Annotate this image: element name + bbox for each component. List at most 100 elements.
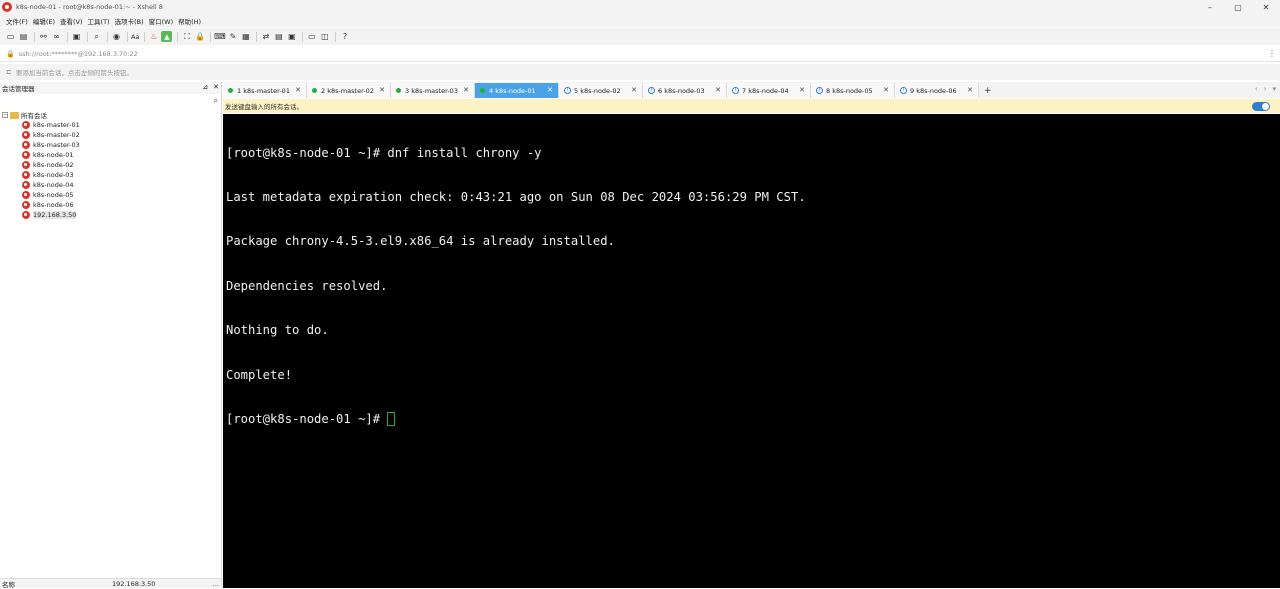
- address-bar[interactable]: 🔒 ssh://root:********@192.168.3.70:22 ⋮: [0, 46, 1280, 62]
- menu-help[interactable]: 帮助(H): [178, 16, 201, 26]
- keyboard-icon[interactable]: ⌨: [214, 31, 226, 42]
- hint-bar: ⊏ 要添加当前会话，点击左侧的箭头按钮。: [0, 64, 1280, 80]
- session-manager-header: 会话管理器 ⊿ ✕: [0, 82, 221, 94]
- disconnect-icon[interactable]: ∞: [51, 31, 62, 42]
- script-icon[interactable]: ▲: [161, 31, 173, 42]
- menu-view[interactable]: 查看(V): [60, 16, 83, 26]
- fullscreen-icon[interactable]: ⛶: [181, 31, 192, 42]
- session-tree: − 所有会话 k8s-master-01 k8s-master-02 k8s-m…: [0, 108, 221, 220]
- session-tab-active[interactable]: 4 k8s-node-01 ✕: [475, 83, 559, 98]
- session-tab[interactable]: i8 k8s-node-05 ✕: [811, 83, 895, 98]
- session-label: 192.168.3.50: [33, 211, 77, 219]
- session-label: k8s-node-03: [33, 171, 74, 179]
- session-tab[interactable]: i5 k8s-node-02 ✕: [559, 83, 643, 98]
- session-manager: 会话管理器 ⊿ ✕ ⌕ − 所有会话 k8s-master-01 k8s-mas…: [0, 82, 222, 589]
- tree-root[interactable]: − 所有会话: [0, 110, 221, 120]
- session-item[interactable]: k8s-node-05: [0, 190, 221, 200]
- search-icon[interactable]: ⌕: [214, 96, 218, 106]
- open-folder-icon[interactable]: ▤: [18, 31, 29, 42]
- session-item[interactable]: k8s-node-01: [0, 150, 221, 160]
- font-button[interactable]: Aa: [131, 33, 139, 41]
- menu-tools[interactable]: 工具(T): [88, 16, 110, 26]
- xftp-icon[interactable]: ♨: [148, 31, 159, 42]
- terminal[interactable]: [root@k8s-node-01 ~]# dnf install chrony…: [223, 114, 1280, 588]
- session-item[interactable]: k8s-master-02: [0, 130, 221, 140]
- menu-tabs[interactable]: 选项卡(B): [115, 16, 144, 26]
- connect-icon[interactable]: ⚯: [38, 31, 49, 42]
- tab-close-icon[interactable]: ✕: [883, 86, 889, 94]
- collapse-icon[interactable]: −: [2, 112, 8, 118]
- tab-close-icon[interactable]: ✕: [799, 86, 805, 94]
- new-tab-icon[interactable]: ▣: [71, 31, 82, 42]
- session-tab[interactable]: 2 k8s-master-02 ✕: [307, 83, 391, 98]
- property-name-label: 名称: [2, 580, 15, 589]
- more-vertical-icon[interactable]: ⋮: [1268, 49, 1276, 58]
- pin-icon[interactable]: ⊿: [202, 83, 208, 91]
- toolbar-divider: [67, 31, 68, 42]
- broadcast-toggle[interactable]: [1252, 102, 1270, 111]
- tab-list-icon[interactable]: ▾: [1272, 85, 1276, 93]
- session-icon: [22, 151, 30, 159]
- compose-icon[interactable]: ✎: [227, 31, 238, 42]
- terminal-cursor: [387, 411, 396, 426]
- close-button[interactable]: ✕: [1252, 0, 1280, 14]
- tab-label: 2 k8s-master-02: [321, 86, 374, 95]
- maximize-button[interactable]: ▢: [1224, 0, 1252, 14]
- session-item[interactable]: k8s-master-03: [0, 140, 221, 150]
- session-tab-bar: 1 k8s-master-01 ✕ 2 k8s-master-02 ✕ 3 k8s-…: [223, 82, 1280, 98]
- terminal-line: Nothing to do.: [226, 323, 329, 338]
- session-item[interactable]: k8s-node-02: [0, 160, 221, 170]
- session-tab[interactable]: 3 k8s-master-03 ✕: [391, 83, 475, 98]
- log-icon[interactable]: ▤: [273, 31, 284, 42]
- session-item[interactable]: k8s-node-03: [0, 170, 221, 180]
- menu-window[interactable]: 窗口(W): [149, 16, 174, 26]
- tab-close-icon[interactable]: ✕: [463, 86, 469, 94]
- toolbar-divider: [335, 31, 337, 42]
- session-tab[interactable]: 1 k8s-master-01 ✕: [223, 83, 307, 98]
- session-item-selected[interactable]: 192.168.3.50: [0, 210, 221, 220]
- search-icon[interactable]: ⌕: [91, 31, 102, 42]
- session-item[interactable]: k8s-node-04: [0, 180, 221, 190]
- session-tab[interactable]: i9 k8s-node-06 ✕: [895, 83, 979, 98]
- globe-icon[interactable]: ◉: [111, 31, 122, 42]
- session-properties: 名称 192.168.3.50 ...: [0, 578, 221, 589]
- tab-close-icon[interactable]: ✕: [631, 86, 637, 94]
- tab-prev-icon[interactable]: ‹: [1255, 85, 1258, 93]
- chat-icon[interactable]: ▣: [286, 31, 297, 42]
- address-value[interactable]: ssh://root:********@192.168.3.70:22: [19, 50, 138, 58]
- minimize-button[interactable]: –: [1196, 0, 1224, 14]
- tab-label: 5 k8s-node-02: [574, 86, 621, 95]
- session-label: k8s-master-03: [33, 141, 80, 149]
- session-tab[interactable]: i7 k8s-node-04 ✕: [727, 83, 811, 98]
- session-tab[interactable]: i6 k8s-node-03 ✕: [643, 83, 727, 98]
- session-search[interactable]: ⌕: [0, 94, 221, 108]
- hint-text: 要添加当前会话，点击左侧的箭头按钮。: [15, 69, 133, 77]
- add-session-icon[interactable]: ⊏: [6, 68, 12, 76]
- tab-close-icon[interactable]: ✕: [715, 86, 721, 94]
- tab-close-icon[interactable]: ✕: [379, 86, 385, 94]
- lock-icon[interactable]: 🔒: [194, 31, 205, 42]
- more-button[interactable]: ...: [213, 580, 219, 588]
- menu-file[interactable]: 文件(F): [6, 16, 28, 26]
- tab-close-icon[interactable]: ✕: [967, 86, 973, 94]
- screen-icon[interactable]: ▭: [306, 31, 317, 42]
- session-item[interactable]: k8s-node-06: [0, 200, 221, 210]
- tab-next-icon[interactable]: ›: [1264, 85, 1267, 93]
- layout-icon[interactable]: ▦: [240, 31, 251, 42]
- session-item[interactable]: k8s-master-01: [0, 120, 221, 130]
- close-icon[interactable]: ✕: [213, 83, 219, 91]
- menu-bar: 文件(F) 编辑(E) 查看(V) 工具(T) 选项卡(B) 窗口(W) 帮助(…: [0, 14, 1280, 27]
- tab-close-icon[interactable]: ✕: [295, 86, 301, 94]
- add-tab-icon[interactable]: +: [984, 86, 992, 96]
- session-manager-controls: ⊿ ✕: [197, 83, 219, 91]
- tab-close-icon[interactable]: ✕: [547, 86, 553, 94]
- broadcast-text: 发送键盘输入的所有会话。: [225, 103, 303, 111]
- menu-edit[interactable]: 编辑(E): [33, 16, 55, 26]
- lock-icon: 🔒: [6, 49, 15, 58]
- new-session-icon[interactable]: ▭: [5, 31, 16, 42]
- transfer-icon[interactable]: ⇄: [260, 31, 271, 42]
- toolbar-divider: [177, 31, 179, 42]
- help-icon[interactable]: ?: [339, 31, 350, 42]
- session-icon: [22, 181, 30, 189]
- split-icon[interactable]: ◫: [319, 31, 330, 42]
